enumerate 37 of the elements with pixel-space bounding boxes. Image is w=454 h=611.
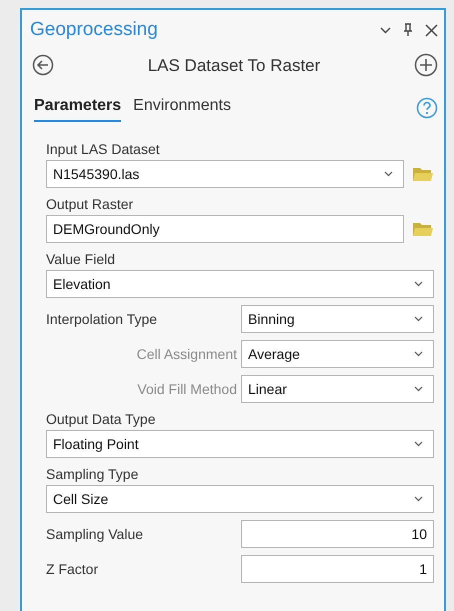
parameter-label: Value Field: [46, 250, 116, 268]
parameter-label: Z Factor: [46, 560, 100, 578]
parameter-label: Void Fill Method: [136, 380, 238, 398]
tab[interactable]: Parameters: [34, 94, 122, 122]
input-field[interactable]: DEMGroundOnly: [46, 215, 404, 243]
pane-title: Geoprocessing: [30, 18, 158, 42]
dropdown-field[interactable]: Floating Point: [46, 430, 434, 458]
dropdown-caret-icon: [414, 441, 423, 447]
dropdown-field[interactable]: N1545390.las: [46, 160, 404, 188]
dropdown-caret-icon: [414, 351, 423, 357]
dropdown-caret-icon: [414, 281, 423, 287]
parameter-label: Sampling Type: [46, 465, 140, 483]
tool-title: LAS Dataset To Raster: [148, 54, 320, 76]
dropdown-field[interactable]: Cell Size: [46, 485, 434, 513]
number-field[interactable]: 10: [241, 520, 434, 548]
number-field[interactable]: 1: [241, 555, 434, 583]
dropdown-caret-icon: [384, 171, 393, 177]
dropdown-field[interactable]: Elevation: [46, 270, 434, 298]
dropdown-field[interactable]: Linear: [241, 375, 434, 403]
dropdown-caret-icon: [414, 316, 423, 322]
parameter-label: Cell Assignment: [136, 344, 238, 364]
tab[interactable]: Environments: [133, 94, 231, 122]
close-icon[interactable]: [425, 24, 438, 37]
add-icon[interactable]: [414, 53, 438, 78]
dropdown-caret-icon: [414, 386, 423, 392]
dropdown-field[interactable]: Binning: [241, 305, 434, 333]
parameter-label: Sampling Value: [46, 524, 144, 544]
parameter-label: Input LAS Dataset: [46, 140, 161, 158]
pin-icon[interactable]: [403, 23, 413, 38]
parameter-label: Output Data Type: [46, 410, 156, 428]
chevron-down-icon[interactable]: [380, 26, 391, 34]
parameter-label: Output Raster: [46, 195, 134, 213]
dropdown-caret-icon: [414, 496, 423, 502]
back-icon[interactable]: [32, 54, 54, 76]
help-icon[interactable]: [416, 97, 438, 119]
dropdown-field[interactable]: Average: [241, 340, 434, 368]
parameter-label: Interpolation Type: [46, 310, 158, 329]
